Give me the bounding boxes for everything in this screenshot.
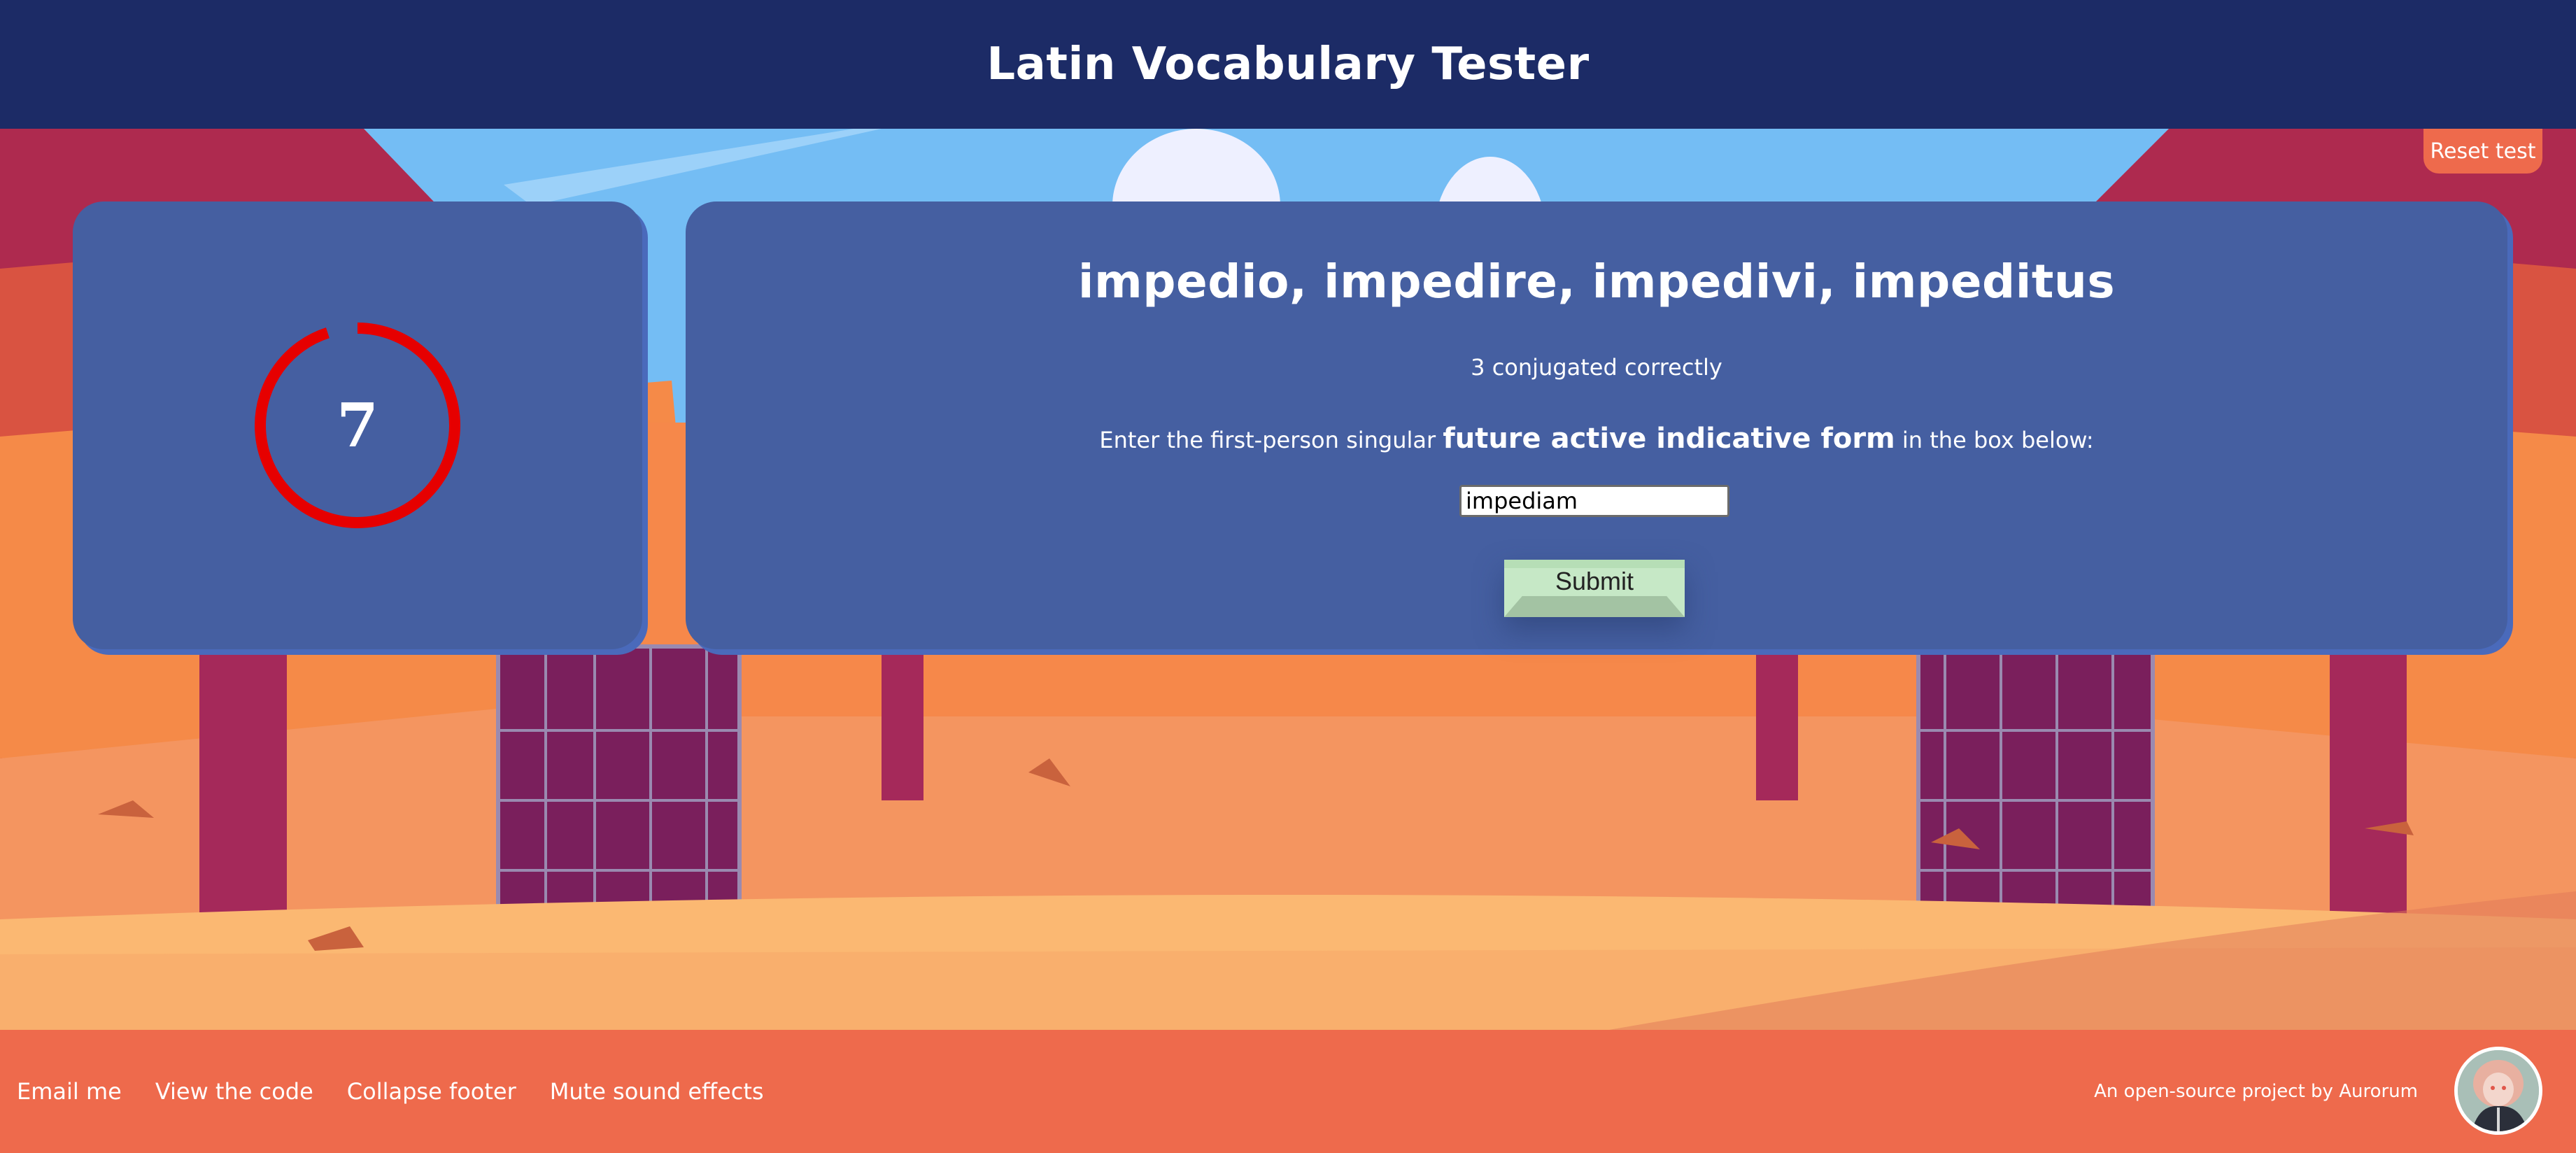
timer-card: 7 [73, 201, 642, 649]
instruction-form: future active indicative form [1443, 423, 1895, 455]
author-avatar[interactable] [2454, 1047, 2542, 1135]
instruction-text: Enter the first-person singular future a… [686, 423, 2507, 455]
footer-links: Email me View the code Collapse footer M… [17, 1030, 764, 1153]
submit-button[interactable]: Submit [1504, 560, 1685, 617]
question-card: impedio, impedire, impedivi, impeditus 3… [686, 201, 2507, 649]
footer-link-mute-sound[interactable]: Mute sound effects [550, 1078, 764, 1105]
page-title: Latin Vocabulary Tester [986, 38, 1590, 90]
reset-test-button[interactable]: Reset test [2423, 129, 2542, 174]
principal-parts-heading: impedio, impedire, impedivi, impeditus [1077, 255, 2116, 309]
submit-label: Submit [1555, 567, 1634, 595]
instruction-prefix: Enter the first-person singular [1099, 427, 1436, 453]
instruction-suffix: in the box below: [1902, 427, 2094, 453]
avatar-illustration [2458, 1050, 2539, 1131]
answer-input[interactable] [1459, 485, 1729, 517]
app-header: Latin Vocabulary Tester [0, 0, 2576, 129]
countdown-timer: 7 [73, 201, 642, 649]
footer-link-collapse-footer[interactable]: Collapse footer [347, 1078, 516, 1105]
footer-link-email[interactable]: Email me [17, 1078, 122, 1105]
timer-value: 7 [337, 390, 378, 461]
correct-count-text: 3 conjugated correctly [1471, 354, 1722, 381]
footer-link-view-code[interactable]: View the code [155, 1078, 313, 1105]
submit-bevel-bottom [1504, 596, 1685, 617]
footer: Email me View the code Collapse footer M… [0, 1030, 2576, 1153]
credit-text: An open-source project by Aurorum [2094, 1081, 2418, 1102]
